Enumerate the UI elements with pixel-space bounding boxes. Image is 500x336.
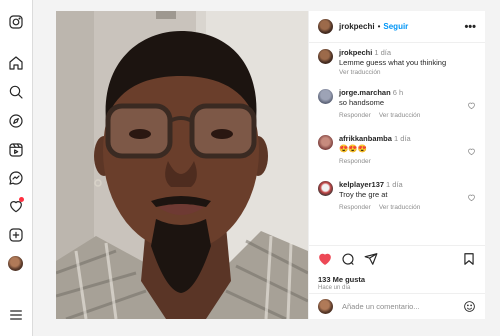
comment-text: 😍😍😍	[339, 144, 368, 153]
comment-time: 1 día	[393, 134, 411, 143]
reply-link[interactable]: Responder	[339, 158, 371, 165]
see-translation-link[interactable]: Ver traducción	[339, 69, 381, 76]
header-separator: •	[377, 22, 381, 31]
commenter-avatar[interactable]	[318, 135, 333, 150]
like-comment-icon[interactable]	[467, 97, 476, 110]
see-translation-link[interactable]: Ver traducción	[379, 112, 421, 119]
list-item: afrikkanbamba 1 día 😍😍😍 Responder	[318, 134, 476, 167]
author-avatar[interactable]	[318, 49, 333, 64]
bookmark-icon[interactable]	[462, 252, 476, 266]
post-header: jrokpechi • Seguir •••	[309, 11, 485, 43]
like-count[interactable]: 133 Me gusta	[318, 275, 365, 284]
comment-username[interactable]: afrikkanbamba	[339, 134, 392, 143]
reply-link[interactable]: Responder	[339, 112, 371, 119]
add-comment-bar: Añade un comentario...	[309, 293, 485, 319]
menu-icon[interactable]	[6, 305, 26, 325]
author-username[interactable]: jrokpechi	[339, 22, 375, 31]
emoji-icon[interactable]	[463, 300, 476, 313]
comment-time: 1 día	[374, 48, 392, 57]
instagram-icon[interactable]	[6, 12, 26, 32]
notifications-icon[interactable]	[6, 196, 26, 216]
search-icon[interactable]	[6, 82, 26, 102]
post-actions	[309, 245, 485, 271]
see-translation-link[interactable]: Ver traducción	[379, 204, 421, 211]
more-options-icon[interactable]: •••	[464, 21, 476, 33]
messages-icon[interactable]	[6, 168, 26, 188]
notification-dot	[19, 197, 24, 202]
list-item: jorge.marchan 6 h so handsome Responder Ve…	[318, 88, 476, 121]
comment-username[interactable]: kelplayer137	[339, 180, 384, 189]
comments-list[interactable]: jrokpechi 1 día Lemme guess what you thin…	[309, 45, 485, 245]
like-comment-icon[interactable]	[467, 189, 476, 202]
like-heart-icon[interactable]	[318, 252, 332, 266]
comment-username[interactable]: jrokpechi	[339, 48, 372, 57]
comment-username[interactable]: jorge.marchan	[339, 88, 391, 97]
reels-icon[interactable]	[6, 140, 26, 160]
profile-avatar[interactable]	[8, 256, 23, 271]
follow-button[interactable]: Seguir	[383, 22, 408, 31]
commenter-avatar[interactable]	[318, 181, 333, 196]
caption: jrokpechi 1 día Lemme guess what you thin…	[318, 48, 476, 78]
explore-icon[interactable]	[6, 111, 26, 131]
list-item: kelplayer137 1 día Troy the gre at Respon…	[318, 180, 476, 213]
comment-time: 6 h	[392, 88, 404, 97]
post-photo-illustration	[56, 11, 308, 319]
comment-text: so handsome	[339, 98, 385, 107]
commenter-avatar[interactable]	[318, 89, 333, 104]
create-icon[interactable]	[6, 225, 26, 245]
author-avatar[interactable]	[318, 19, 333, 34]
post-timestamp: Hace un día	[318, 285, 351, 291]
post-photo[interactable]	[56, 11, 308, 319]
share-icon[interactable]	[364, 252, 378, 266]
reply-link[interactable]: Responder	[339, 204, 371, 211]
comment-text: Troy the gre at	[339, 190, 388, 199]
comment-icon[interactable]	[341, 252, 355, 266]
current-user-avatar	[318, 299, 333, 314]
side-nav	[0, 0, 33, 336]
comment-text: Lemme guess what you thinking	[339, 58, 447, 67]
like-comment-icon[interactable]	[467, 143, 476, 156]
comment-input[interactable]: Añade un comentario...	[342, 302, 463, 311]
post-side-panel: jrokpechi • Seguir ••• jrokpechi 1 día Le…	[308, 11, 485, 319]
post-dialog: jrokpechi • Seguir ••• jrokpechi 1 día Le…	[56, 11, 485, 319]
home-icon[interactable]	[6, 53, 26, 73]
comment-time: 1 día	[386, 180, 403, 189]
